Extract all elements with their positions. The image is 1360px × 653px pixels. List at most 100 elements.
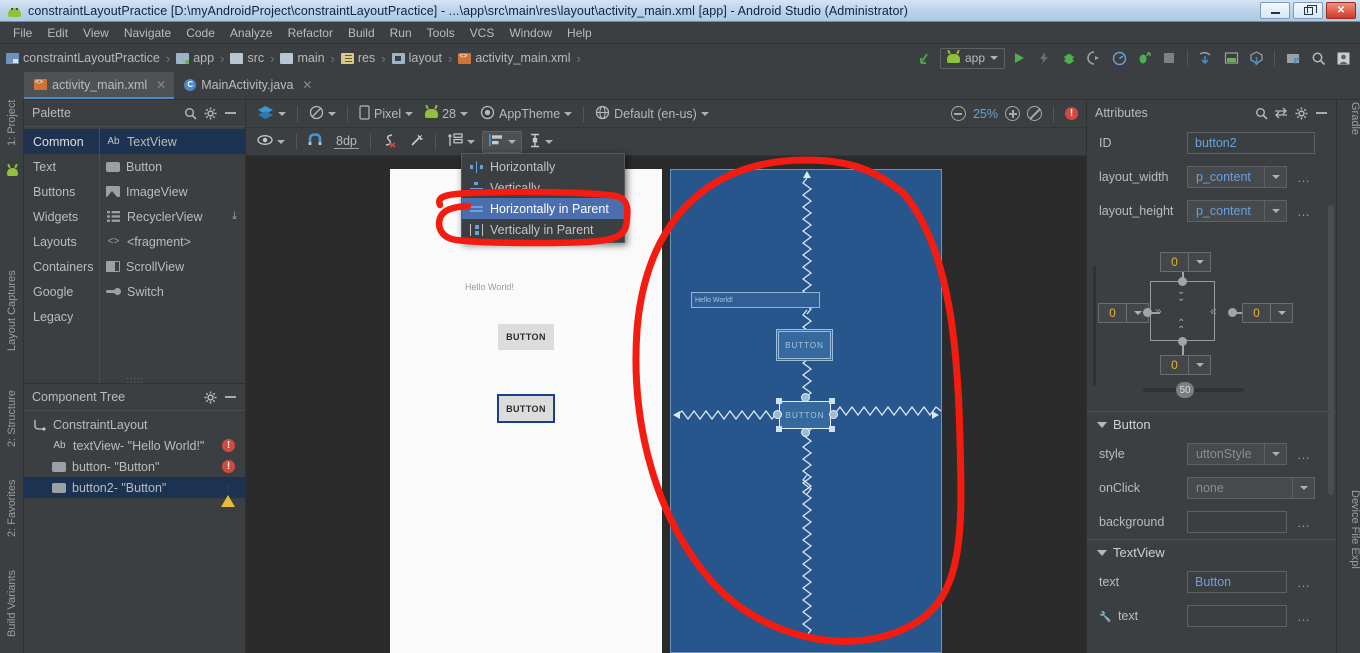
constraint-anchor-left[interactable] (773, 410, 782, 419)
layout-height-combo[interactable]: p_content (1187, 200, 1287, 222)
breadcrumb-item-project[interactable]: constraintLayoutPractice › (4, 51, 174, 66)
palette-category-widgets[interactable]: Widgets (24, 204, 99, 229)
palette-category-common[interactable]: Common (24, 129, 99, 154)
project-structure-icon[interactable] (1282, 47, 1304, 69)
layout-height-more-button[interactable]: … (1297, 204, 1311, 219)
search-icon[interactable] (1307, 47, 1329, 69)
theme-selector[interactable]: AppTheme (475, 103, 577, 125)
palette-category-google[interactable]: Google (24, 279, 99, 304)
constraint-anchor-bottom[interactable] (801, 428, 810, 437)
margin-top-field[interactable]: 0 (1160, 252, 1211, 272)
layout-width-more-button[interactable]: … (1297, 170, 1311, 185)
blueprint-preview-device[interactable]: Hello World! BUTTON BUTTON (670, 169, 942, 653)
minimize-icon[interactable] (221, 388, 239, 406)
text-input[interactable]: Button (1187, 571, 1287, 593)
menu-tools[interactable]: Tools (420, 24, 462, 42)
pack-button[interactable] (524, 131, 558, 153)
preview-textview[interactable]: Hello World! (465, 282, 514, 292)
sidebar-item-project[interactable]: 1: Project (0, 100, 24, 158)
palette-item-scrollview[interactable]: ScrollView (100, 254, 245, 279)
clear-constraints-button[interactable] (377, 131, 402, 153)
margin-left-field[interactable]: 0 (1098, 303, 1149, 323)
sidebar-item-favorites[interactable]: 2: Favorites (0, 480, 24, 558)
breadcrumb-item-layout[interactable]: layout › (390, 51, 457, 66)
menu-run[interactable]: Run (383, 24, 419, 42)
gear-icon[interactable] (201, 104, 219, 122)
palette-category-containers[interactable]: Containers (24, 254, 99, 279)
blueprint-button-2[interactable]: BUTTON (779, 401, 831, 429)
orientation-button[interactable] (304, 103, 341, 125)
id-input[interactable]: button2 (1187, 132, 1315, 154)
menu-item-vertically-in-parent[interactable]: Vertically in Parent (462, 219, 624, 240)
resize-handle-bottom-right[interactable] (829, 426, 835, 432)
zoom-fit-icon[interactable] (1027, 106, 1042, 121)
minimize-icon[interactable] (1312, 104, 1330, 122)
run-configuration-selector[interactable]: app (939, 47, 1005, 69)
text-design-more-button[interactable]: … (1297, 609, 1311, 624)
constraint-widget[interactable]: 0 ⌄ ⌄ 0 ⌃ ⌃ 0 » 0 « 50 (1087, 236, 1336, 411)
user-icon[interactable] (1332, 47, 1354, 69)
breadcrumb-item-main[interactable]: main › (278, 51, 338, 66)
palette-category-legacy[interactable]: Legacy (24, 304, 99, 329)
run-icon[interactable] (1008, 47, 1030, 69)
palette-category-buttons[interactable]: Buttons (24, 179, 99, 204)
infer-constraints-button[interactable] (404, 131, 429, 153)
background-input[interactable] (1187, 511, 1287, 533)
palette-category-text[interactable]: Text (24, 154, 99, 179)
menu-window[interactable]: Window (502, 24, 559, 42)
palette-item-recyclerview[interactable]: RecyclerView ⤓ (100, 204, 245, 229)
show-constraints-button[interactable] (252, 131, 290, 153)
tree-row-button2[interactable]: button2- "Button" (24, 477, 245, 507)
sync-gradle-icon[interactable] (1195, 47, 1217, 69)
sdk-manager-icon[interactable] (1245, 47, 1267, 69)
sidebar-item-build-variants[interactable]: Build Variants (0, 570, 24, 650)
palette-item-button[interactable]: Button (100, 154, 245, 179)
locale-selector[interactable]: Default (en-us) (590, 103, 714, 125)
close-icon[interactable]: ✕ (156, 78, 166, 92)
constraint-anchor-right-dot[interactable] (1228, 308, 1237, 317)
back-arrow-icon[interactable] (915, 47, 937, 69)
text-more-button[interactable]: … (1297, 575, 1311, 590)
align-button[interactable] (481, 130, 522, 153)
close-button[interactable]: ✕ (1326, 2, 1356, 19)
breadcrumb-item-file[interactable]: activity_main.xml › (456, 51, 585, 66)
menu-help[interactable]: Help (560, 24, 599, 42)
palette-item-imageview[interactable]: ImageView (100, 179, 245, 204)
menu-code[interactable]: Code (179, 24, 222, 42)
tree-row-constraintlayout[interactable]: ConstraintLayout (24, 414, 245, 435)
zoom-out-icon[interactable] (950, 106, 966, 121)
resize-handle-top-right[interactable] (829, 398, 835, 404)
palette-item-fragment[interactable]: <> <fragment> (100, 229, 245, 254)
menu-item-horizontally-in-parent[interactable]: Horizontally in Parent (462, 198, 624, 219)
attributes-scrollbar[interactable] (1328, 205, 1334, 495)
text-design-input[interactable] (1187, 605, 1287, 627)
attach-debugger-icon[interactable] (1083, 47, 1105, 69)
avd-manager-icon[interactable] (1220, 47, 1242, 69)
background-more-button[interactable]: … (1297, 515, 1311, 530)
autoconnect-button[interactable] (303, 131, 327, 153)
menu-refactor[interactable]: Refactor (281, 24, 340, 42)
constraint-anchor-right[interactable] (829, 410, 838, 419)
layout-width-combo[interactable]: p_content (1187, 166, 1287, 188)
menu-item-vertically[interactable]: Vertically (462, 177, 624, 198)
close-icon[interactable]: ✕ (302, 78, 312, 92)
resize-handle-bottom-left[interactable] (776, 426, 782, 432)
tree-row-textview[interactable]: Ab textView- "Hello World!" ! (24, 435, 245, 456)
bias-value[interactable]: 50 (1176, 382, 1194, 398)
section-header-textview[interactable]: TextView (1087, 539, 1336, 565)
constraint-anchor-top-dot[interactable] (1178, 277, 1187, 286)
search-icon[interactable] (1252, 104, 1270, 122)
download-icon[interactable]: ⤓ (232, 210, 237, 223)
status-badge-error[interactable]: ! (222, 460, 235, 473)
guidelines-button[interactable] (442, 131, 480, 153)
menu-item-horizontally[interactable]: Horizontally (462, 156, 624, 177)
sort-icon[interactable] (1272, 104, 1290, 122)
margin-right-field[interactable]: 0 (1242, 303, 1293, 323)
sidebar-item-device-file-explorer[interactable]: Device File Expl (1337, 490, 1360, 600)
onclick-combo[interactable]: none (1187, 477, 1315, 499)
tab-activity-main-xml[interactable]: activity_main.xml ✕ (24, 72, 175, 99)
stop-icon[interactable] (1158, 47, 1180, 69)
menu-analyze[interactable]: Analyze (223, 24, 280, 42)
maximize-button[interactable] (1293, 2, 1323, 19)
minimize-button[interactable] (1260, 2, 1290, 19)
